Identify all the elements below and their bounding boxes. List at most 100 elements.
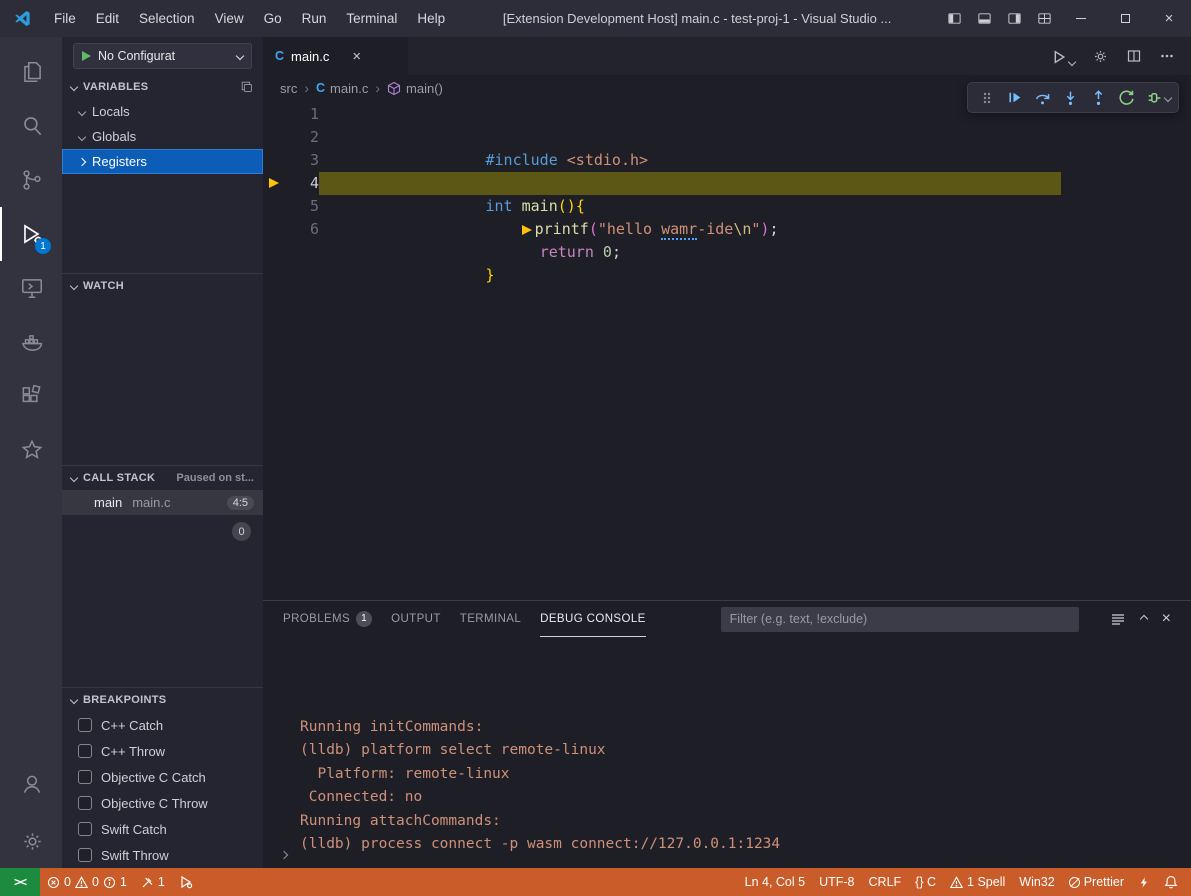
code-line[interactable]: 5 return 0; [263,195,1191,218]
gear-icon[interactable] [1092,48,1109,65]
glyph-margin[interactable] [263,149,285,172]
copy-icon[interactable] [240,80,254,94]
panel-tab[interactable]: OUTPUT [391,601,441,637]
breakpoint-checkbox[interactable] [78,744,92,758]
variable-scope-row[interactable]: Locals [62,99,263,124]
breakpoint-row[interactable]: Swift Catch [62,816,263,842]
sidebar-item-favorites[interactable] [0,423,62,477]
chevron-icon[interactable] [78,107,86,115]
sidebar-item-search[interactable] [0,99,62,153]
breadcrumb-src[interactable]: src [280,81,297,96]
toolchain-status[interactable]: 1 [134,868,172,896]
split-editor-icon[interactable] [1126,48,1142,64]
sidebar-item-run-debug[interactable]: 1 [0,207,62,261]
breakpoint-checkbox[interactable] [78,770,92,784]
debug-status[interactable] [172,868,200,896]
menu-item[interactable]: Run [292,0,337,37]
notifications-button[interactable] [1157,868,1185,896]
variable-scope-row[interactable]: Globals [62,124,263,149]
menu-item[interactable]: Terminal [336,0,407,37]
toggle-panel-icon[interactable] [969,0,999,37]
breadcrumb-file[interactable]: C main.c [316,81,368,96]
glyph-margin[interactable] [263,126,285,149]
menu-item[interactable]: Selection [129,0,205,37]
manage-button[interactable] [0,814,62,868]
console-filter-input[interactable] [721,607,1079,632]
breakpoint-row[interactable]: C++ Catch [62,712,263,738]
toggle-sidebar-icon[interactable] [939,0,969,37]
breakpoint-checkbox[interactable] [78,822,92,836]
eol-indicator[interactable]: CRLF [862,868,909,896]
close-panel-icon[interactable]: × [1162,611,1171,627]
menu-item[interactable]: Help [407,0,455,37]
cursor-position[interactable]: Ln 4, Col 5 [738,868,812,896]
code-editor[interactable]: 1 #include <stdio.h> 2 [263,101,1191,600]
variable-scope-row[interactable]: Registers [62,149,263,174]
menu-item[interactable]: File [44,0,86,37]
breakpoint-row[interactable]: Objective C Catch [62,764,263,790]
debug-console-input[interactable] [263,842,1191,868]
problems-status[interactable]: 0 0 1 [40,868,134,896]
menu-item[interactable]: View [205,0,254,37]
stack-frame-row[interactable]: main main.c 4:5 [62,490,263,515]
customize-layout-icon[interactable] [1029,0,1059,37]
panel-tab[interactable]: DEBUG CONSOLE [540,601,646,637]
panel-tab[interactable]: TERMINAL [460,601,521,637]
chevron-icon[interactable] [78,132,86,140]
formatter-status[interactable]: Prettier [1062,868,1131,896]
watch-header[interactable]: WATCH [62,274,263,298]
variables-header[interactable]: VARIABLES [62,75,263,99]
step-out-button[interactable] [1085,85,1112,110]
panel-menu-icon[interactable] [1110,611,1126,627]
minimize-button[interactable] [1059,0,1103,37]
tab-main-c[interactable]: C main.c × [263,37,408,75]
close-tab-icon[interactable]: × [352,48,361,65]
debug-config-dropdown[interactable]: No Configurat [73,43,252,69]
debug-console-output[interactable]: Running initCommands:(lldb) platform sel… [263,637,1191,842]
sidebar-item-docker[interactable] [0,315,62,369]
glyph-margin[interactable] [263,195,285,218]
chevron-icon[interactable] [78,157,86,165]
more-actions-icon[interactable] [1159,48,1175,64]
encoding-indicator[interactable]: UTF-8 [812,868,861,896]
menu-item[interactable]: Go [254,0,292,37]
sidebar-item-extensions[interactable] [0,369,62,423]
breakpoint-checkbox[interactable] [78,848,92,862]
close-button[interactable]: × [1147,0,1191,37]
maximize-button[interactable] [1103,0,1147,37]
spell-status[interactable]: 1 Spell [943,868,1012,896]
code-line[interactable]: 2 [263,126,1191,149]
accounts-button[interactable] [0,760,62,814]
glyph-margin[interactable] [263,172,285,195]
breadcrumb-symbol[interactable]: main() [387,81,443,96]
remote-indicator[interactable]: >< [0,868,40,896]
language-mode[interactable]: {} C [908,868,943,896]
continue-button[interactable] [1001,85,1028,110]
toggle-secondary-sidebar-icon[interactable] [999,0,1029,37]
code-line[interactable]: 4 printf("hello wamr-ide\n"); [263,172,1191,195]
restart-button[interactable] [1113,85,1140,110]
sidebar-item-remote-explorer[interactable] [0,261,62,315]
glyph-margin[interactable] [263,218,285,241]
extension-status[interactable] [1131,868,1157,896]
maximize-panel-icon[interactable] [1139,615,1147,623]
call-stack-header[interactable]: CALL STACK Paused on st... [62,466,263,490]
step-over-button[interactable] [1029,85,1056,110]
run-file-button[interactable] [1050,48,1075,65]
breakpoint-row[interactable]: C++ Throw [62,738,263,764]
breakpoint-row[interactable]: Objective C Throw [62,790,263,816]
breakpoint-checkbox[interactable] [78,718,92,732]
breakpoint-row[interactable]: Swift Throw [62,842,263,868]
step-into-button[interactable] [1057,85,1084,110]
toolbar-drag-handle[interactable] [973,85,1000,110]
start-debug-icon[interactable] [82,51,91,61]
sidebar-item-source-control[interactable] [0,153,62,207]
code-line[interactable]: 3 int main(){ [263,149,1191,172]
glyph-margin[interactable] [263,103,285,126]
breakpoint-checkbox[interactable] [78,796,92,810]
sidebar-item-explorer[interactable] [0,45,62,99]
panel-tab[interactable]: PROBLEMS 1 [283,601,372,637]
os-indicator[interactable]: Win32 [1012,868,1061,896]
breakpoints-header[interactable]: BREAKPOINTS [62,688,263,712]
menu-item[interactable]: Edit [86,0,129,37]
